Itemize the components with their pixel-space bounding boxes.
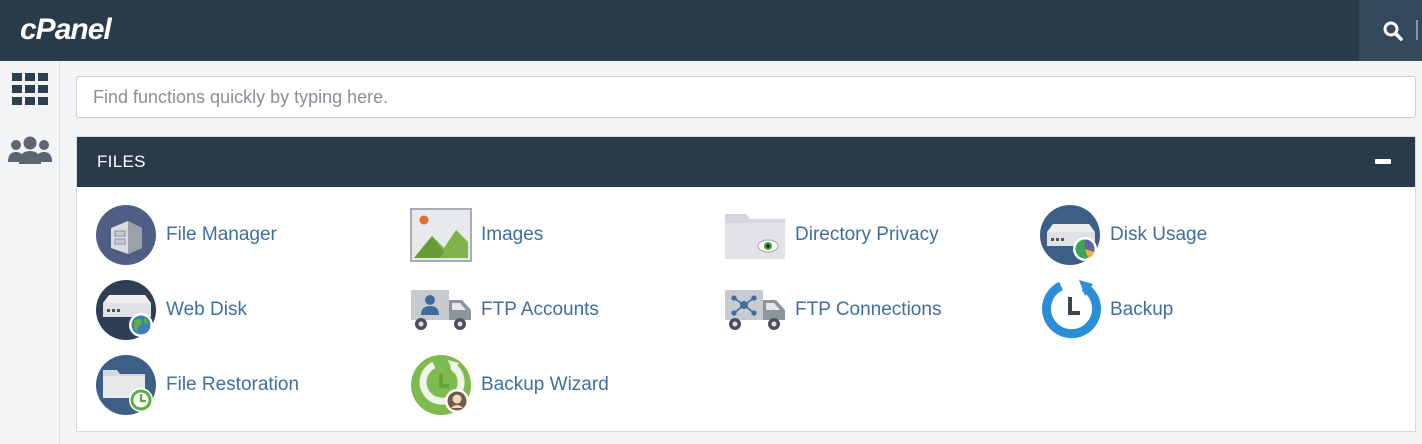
ftp-accounts-link[interactable]: FTP Accounts [410, 279, 599, 341]
ftp-connections-icon [724, 279, 786, 341]
file-restoration-link[interactable]: File Restoration [95, 354, 299, 416]
web-disk-label: Web Disk [166, 299, 247, 320]
file-manager-label: File Manager [166, 224, 277, 245]
backup-link[interactable]: Backup [1039, 279, 1173, 341]
files-panel-header[interactable]: FILES [77, 137, 1415, 187]
images-label: Images [481, 224, 544, 245]
ftp-connections-link[interactable]: FTP Connections [724, 279, 941, 341]
directory-privacy-icon [724, 204, 786, 266]
search-icon [1383, 21, 1403, 41]
files-panel: FILES File Manager Images Directory Priv… [76, 136, 1416, 432]
header-divider [1416, 20, 1418, 40]
logo-text: cPanel [20, 13, 112, 46]
web-disk-icon [95, 279, 157, 341]
backup-wizard-label: Backup Wizard [481, 374, 609, 395]
grid-icon [12, 73, 48, 105]
users-icon [8, 136, 52, 164]
disk-usage-icon [1039, 204, 1101, 266]
backup-label: Backup [1110, 299, 1174, 320]
sidebar [0, 61, 60, 444]
disk-usage-label: Disk Usage [1110, 224, 1208, 245]
images-icon [410, 204, 472, 266]
file-restoration-icon [95, 354, 157, 416]
top-header: cPanel [0, 0, 1422, 61]
ftp-accounts-label: FTP Accounts [481, 299, 599, 320]
ftp-connections-label: FTP Connections [795, 299, 942, 320]
minus-icon[interactable] [1375, 159, 1391, 164]
files-panel-title: FILES [97, 152, 146, 171]
backup-wizard-icon [410, 354, 472, 416]
images-link[interactable]: Images [410, 204, 543, 266]
sidebar-item-users[interactable] [0, 136, 60, 164]
backup-wizard-link[interactable]: Backup Wizard [410, 354, 609, 416]
file-restoration-label: File Restoration [166, 374, 300, 395]
file-manager-icon [95, 204, 157, 266]
disk-usage-link[interactable]: Disk Usage [1039, 204, 1207, 266]
cpanel-logo[interactable]: cPanel [20, 12, 112, 48]
directory-privacy-link[interactable]: Directory Privacy [724, 204, 939, 266]
sidebar-item-home[interactable] [0, 73, 60, 105]
function-search-input[interactable] [76, 76, 1416, 118]
ftp-accounts-icon [410, 279, 472, 341]
header-search-button[interactable] [1359, 0, 1422, 61]
backup-icon [1039, 279, 1101, 341]
web-disk-link[interactable]: Web Disk [95, 279, 247, 341]
file-manager-link[interactable]: File Manager [95, 204, 277, 266]
directory-privacy-label: Directory Privacy [795, 224, 939, 245]
